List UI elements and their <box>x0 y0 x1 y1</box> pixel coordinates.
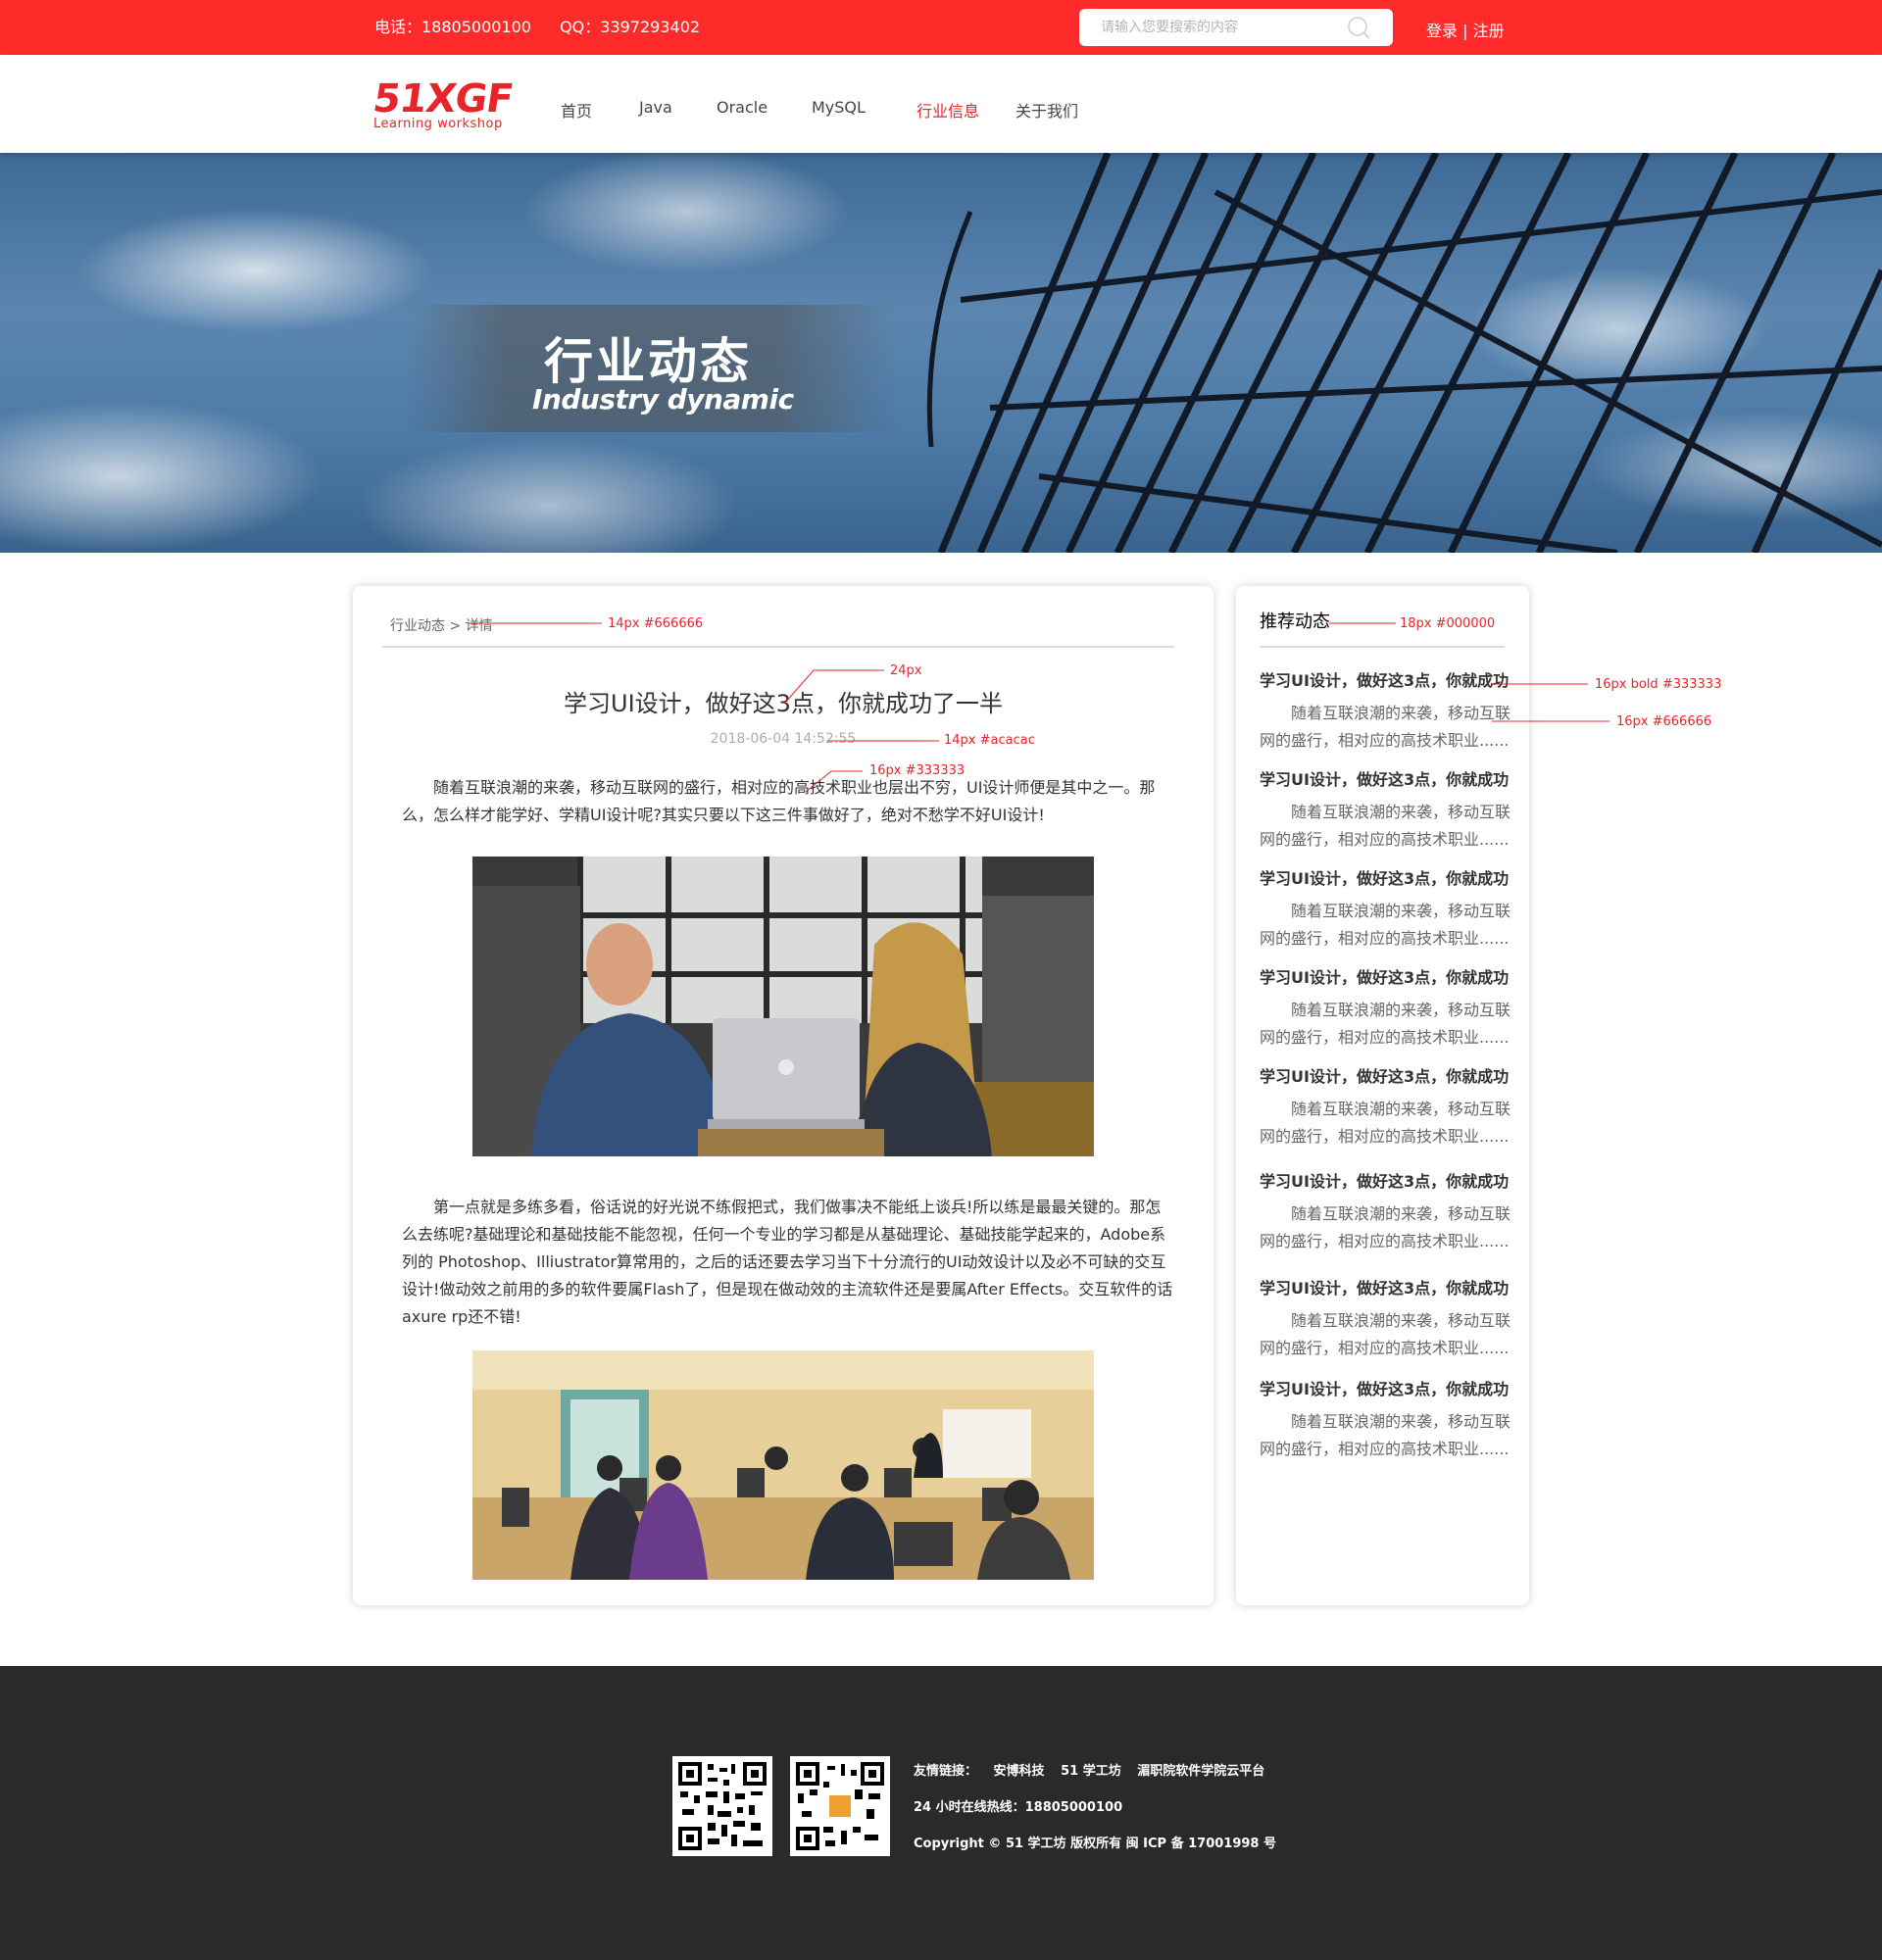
footer-link-51xgf[interactable]: 51 学工坊 <box>1061 1764 1121 1779</box>
recommend-item[interactable]: 学习UI设计，做好这3点，你就成功 随着互联浪潮的来袭，移动互联网的盛行，相对应… <box>1260 967 1514 1052</box>
nav-item-about[interactable]: 关于我们 <box>1015 98 1078 122</box>
nav-item-home[interactable]: 首页 <box>561 98 592 122</box>
nav-item-mysql[interactable]: MySQL <box>812 98 866 117</box>
recommend-item-desc: 随着互联浪潮的来袭，移动互联网的盛行，相对应的高技术职业...... <box>1260 902 1511 948</box>
building-grid-graphic <box>926 153 1882 553</box>
register-link[interactable]: 注册 <box>1473 22 1505 40</box>
recommend-item-desc: 随着互联浪潮的来袭，移动互联网的盛行，相对应的高技术职业...... <box>1260 704 1511 750</box>
recommend-item-title[interactable]: 学习UI设计，做好这3点，你就成功 <box>1260 1278 1514 1299</box>
recommend-item-desc: 随着互联浪潮的来袭，移动互联网的盛行，相对应的高技术职业...... <box>1260 1311 1511 1357</box>
article-photo-meeting <box>472 857 1094 1156</box>
annotation-title: 24px <box>890 663 922 678</box>
hero-banner: 行业动态 Industry dynamic <box>0 153 1882 553</box>
recommend-item[interactable]: 学习UI设计，做好这3点，你就成功 随着互联浪潮的来袭，移动互联网的盛行，相对应… <box>1260 1171 1514 1255</box>
recommend-item-title[interactable]: 学习UI设计，做好这3点，你就成功 <box>1260 1379 1514 1400</box>
banner-title-box: 行业动态 Industry dynamic <box>407 305 897 432</box>
recommend-item[interactable]: 学习UI设计，做好这3点，你就成功 随着互联浪潮的来袭，移动互联网的盛行，相对应… <box>1260 868 1514 953</box>
qr-code-icon <box>672 1756 772 1856</box>
footer-copyright: Copyright © 51 学工坊 版权所有 闽 ICP 备 17001998… <box>914 1837 1276 1851</box>
recommend-item-title[interactable]: 学习UI设计，做好这3点，你就成功 <box>1260 1171 1514 1193</box>
site-footer: 友情链接： 安博科技 51 学工坊 湄职院软件学院云平台 24 小时在线热线：1… <box>0 1666 1882 1960</box>
login-link[interactable]: 登录 <box>1426 22 1458 40</box>
recommend-item-title[interactable]: 学习UI设计，做好这3点，你就成功 <box>1260 670 1514 692</box>
article-title: 学习UI设计，做好这3点，你就成功了一半 <box>564 690 1003 717</box>
recommend-item-desc: 随着互联浪潮的来袭，移动互联网的盛行，相对应的高技术职业...... <box>1260 1204 1511 1250</box>
site-logo[interactable]: 51XGF Learning workshop <box>370 76 516 133</box>
phone-text: 电话：18805000100 <box>374 18 531 36</box>
contact-info: 电话：18805000100 QQ：3397293402 <box>374 18 723 37</box>
top-bar: 电话：18805000100 QQ：3397293402 登录 | 注册 <box>0 0 1882 55</box>
recommend-item-title[interactable]: 学习UI设计，做好这3点，你就成功 <box>1260 868 1514 890</box>
search-box <box>1079 9 1393 46</box>
article-paragraph-1: 随着互联浪潮的来袭，移动互联网的盛行，相对应的高技术职业也层出不穷，UI设计师便… <box>402 778 1156 824</box>
recommend-item[interactable]: 学习UI设计，做好这3点，你就成功 随着互联浪潮的来袭，移动互联网的盛行，相对应… <box>1260 1278 1514 1362</box>
breadcrumb[interactable]: 行业动态 > 详情 <box>390 615 493 635</box>
recommend-item[interactable]: 学习UI设计，做好这3点，你就成功 随着互联浪潮的来袭，移动互联网的盛行，相对应… <box>1260 1066 1514 1151</box>
annotation-rec-title: 16px bold #333333 <box>1595 677 1722 692</box>
auth-links: 登录 | 注册 <box>1426 18 1505 41</box>
article-photo-classroom <box>472 1350 1094 1580</box>
search-icon[interactable] <box>1346 15 1371 40</box>
nav-item-industry[interactable]: 行业信息 <box>916 98 979 122</box>
banner-title-en: Industry dynamic <box>532 383 794 416</box>
footer-link-cloud-platform[interactable]: 湄职院软件学院云平台 <box>1137 1764 1264 1779</box>
recommend-item-desc: 随着互联浪潮的来袭，移动互联网的盛行，相对应的高技术职业...... <box>1260 1412 1511 1458</box>
sidebar-title: 推荐动态 <box>1260 612 1330 632</box>
annotation-date: 14px #acacac <box>944 733 1035 748</box>
annotation-sidebar-title: 18px #000000 <box>1400 616 1496 631</box>
sidebar-divider <box>1260 646 1505 648</box>
article-paragraph-2: 第一点就是多练多看，俗话说的好光说不练假把式，我们做事决不能纸上谈兵!所以练是最… <box>402 1198 1173 1326</box>
auth-separator: | <box>1462 22 1468 40</box>
search-input[interactable] <box>1101 18 1326 37</box>
article-card: 行业动态 > 详情 学习UI设计，做好这3点，你就成功了一半 2018-06-0… <box>353 586 1213 1605</box>
nav-item-oracle[interactable]: Oracle <box>717 98 768 117</box>
footer-link-anbo[interactable]: 安博科技 <box>994 1764 1045 1779</box>
annotation-breadcrumb: 14px #666666 <box>608 616 704 631</box>
footer-hotline: 24 小时在线热线：18805000100 <box>914 1800 1123 1815</box>
footer-links-label: 友情链接： <box>914 1764 978 1779</box>
annotation-body: 16px #333333 <box>869 763 966 778</box>
recommended-sidebar: 推荐动态 学习UI设计，做好这3点，你就成功 随着互联浪潮的来袭，移动互联网的盛… <box>1236 586 1529 1605</box>
recommend-item[interactable]: 学习UI设计，做好这3点，你就成功 随着互联浪潮的来袭，移动互联网的盛行，相对应… <box>1260 670 1514 755</box>
annotation-rec-desc: 16px #666666 <box>1616 714 1712 729</box>
recommend-item-title[interactable]: 学习UI设计，做好这3点，你就成功 <box>1260 967 1514 989</box>
breadcrumb-divider <box>382 646 1174 648</box>
recommend-item-desc: 随着互联浪潮的来袭，移动互联网的盛行，相对应的高技术职业...... <box>1260 1100 1511 1146</box>
recommend-item[interactable]: 学习UI设计，做好这3点，你就成功 随着互联浪潮的来袭，移动互联网的盛行，相对应… <box>1260 1379 1514 1463</box>
main-navbar: 51XGF Learning workshop 首页 Java Oracle M… <box>0 55 1882 153</box>
recommend-item-title[interactable]: 学习UI设计，做好这3点，你就成功 <box>1260 1066 1514 1088</box>
qr-code-icon <box>790 1756 890 1856</box>
footer-friend-links: 友情链接： 安博科技 51 学工坊 湄职院软件学院云平台 <box>914 1760 1276 1779</box>
article-date: 2018-06-04 14:52:55 <box>710 731 857 747</box>
recommend-item-desc: 随着互联浪潮的来袭，移动互联网的盛行，相对应的高技术职业...... <box>1260 803 1511 849</box>
recommend-item[interactable]: 学习UI设计，做好这3点，你就成功 随着互联浪潮的来袭，移动互联网的盛行，相对应… <box>1260 769 1514 854</box>
logo-wordmark: 51XGF <box>370 76 516 122</box>
recommend-item-desc: 随着互联浪潮的来袭，移动互联网的盛行，相对应的高技术职业...... <box>1260 1001 1511 1047</box>
qq-text: QQ：3397293402 <box>560 18 701 36</box>
recommend-item-title[interactable]: 学习UI设计，做好这3点，你就成功 <box>1260 769 1514 791</box>
nav-item-java[interactable]: Java <box>639 98 672 117</box>
